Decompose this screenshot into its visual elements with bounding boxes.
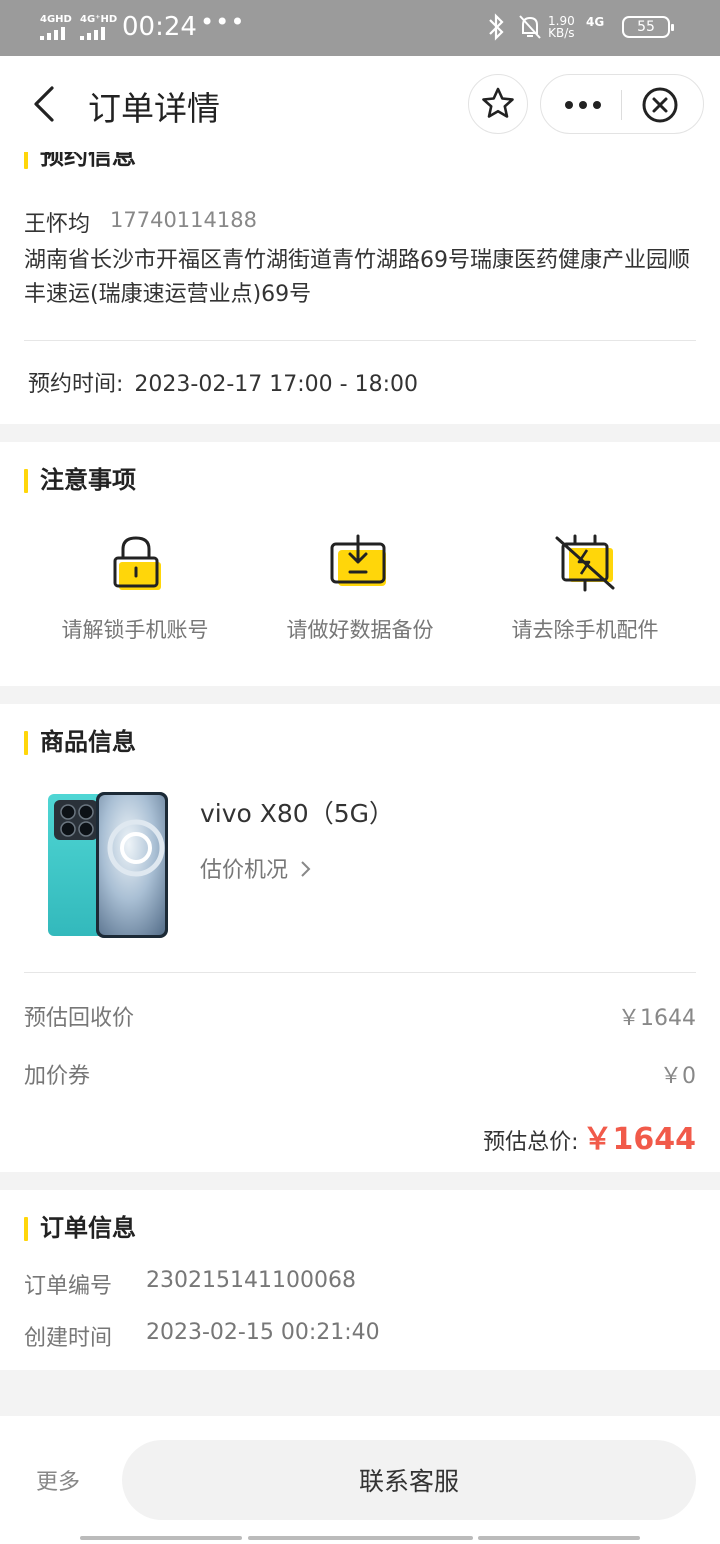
tip-accessory: 请去除手机配件 <box>465 532 705 644</box>
accessory-removal-icon <box>555 534 615 592</box>
battery-icon: 55 <box>622 16 674 38</box>
appointment-section-title: 预约信息 <box>24 152 136 170</box>
contact-name: 王怀均 <box>24 212 91 237</box>
order-card: 订单信息 订单编号 230215141100068 创建时间 2023-02-1… <box>0 1190 720 1370</box>
condition-link[interactable]: 估价机况 <box>200 852 313 884</box>
notice-card: 注意事项 请解锁手机账号 请做好数据备份 请去除手机配件 <box>0 442 720 686</box>
appointment-time-label: 预约时间: <box>28 372 124 397</box>
appointment-card: 预约信息 王怀均 17740114188 湖南省长沙市开福区青竹湖街道青竹湖路6… <box>0 152 720 424</box>
tip-unlock-label: 请解锁手机账号 <box>61 618 209 642</box>
condition-link-label: 估价机况 <box>200 858 289 883</box>
back-arrow-icon[interactable] <box>28 84 64 124</box>
nav-header: 订单详情 <box>0 56 720 152</box>
divider <box>24 972 696 973</box>
bluetooth-icon <box>489 13 504 41</box>
clock: 00:24 <box>122 12 197 42</box>
order-number-label: 订单编号 <box>24 1274 113 1299</box>
pickup-address: 湖南省长沙市开福区青竹湖街道青竹湖路69号瑞康医药健康产业园顺丰速运(瑞康速运营… <box>24 248 690 307</box>
divider <box>24 340 696 341</box>
tip-backup: 请做好数据备份 <box>240 532 480 644</box>
product-name: vivo X80（5G） <box>200 799 394 828</box>
recycle-price-label: 预估回收价 <box>24 1006 135 1031</box>
home-indicator <box>478 1536 640 1540</box>
chevron-right-icon <box>301 861 311 877</box>
phone-image <box>48 792 168 938</box>
network-type: 4G <box>586 15 605 29</box>
backup-icon <box>330 534 386 586</box>
contact-service-button[interactable]: 联系客服 <box>122 1440 696 1520</box>
signal-label: 4GHD <box>40 14 72 25</box>
coupon-value: ￥0 <box>660 1064 696 1089</box>
coupon-label: 加价券 <box>24 1064 91 1089</box>
star-icon <box>482 87 514 118</box>
product-section-title: 商品信息 <box>24 728 136 756</box>
favorite-button[interactable] <box>468 74 528 134</box>
created-time-label: 创建时间 <box>24 1326 113 1351</box>
signal-label-2: 4G⁺HD <box>80 14 118 25</box>
notice-section-title: 注意事项 <box>24 466 136 494</box>
product-card: 商品信息 vivo X80（5G） 估价机况 预估回收价 ￥1644 加价券 ￥… <box>0 704 720 1172</box>
close-circle-icon[interactable] <box>641 86 679 124</box>
appointment-time-value: 2023-02-17 17:00 - 18:00 <box>134 372 418 397</box>
home-indicator <box>248 1536 473 1540</box>
order-section-title: 订单信息 <box>24 1214 136 1242</box>
status-bar: 4GHD 4G⁺HD 00:24 ••• 1.90 KB/s 4G 55 <box>0 0 720 56</box>
contact-phone: 17740114188 <box>110 208 257 232</box>
page-title: 订单详情 <box>88 89 220 128</box>
recycle-price-value: ￥1644 <box>618 1006 696 1031</box>
tip-accessory-label: 请去除手机配件 <box>511 618 659 642</box>
bottom-action-bar: 更多 联系客服 <box>0 1416 720 1544</box>
notification-dots: ••• <box>200 8 246 36</box>
status-right-group: 1.90 KB/s 4G 55 <box>482 12 682 44</box>
order-number-value: 230215141100068 <box>146 1268 356 1293</box>
tip-unlock: 请解锁手机账号 <box>15 532 255 644</box>
appointment-time: 预约时间: 2023-02-17 17:00 - 18:00 <box>24 366 418 398</box>
total-price-label: 预估总价: <box>483 1130 579 1155</box>
total-price-value: ￥1644 <box>582 1122 697 1157</box>
unlock-icon <box>113 536 161 590</box>
capsule-divider <box>621 90 622 120</box>
mini-program-capsule <box>540 74 704 134</box>
mute-bell-icon <box>519 15 541 39</box>
net-speed: 1.90 KB/s <box>548 15 575 39</box>
more-button[interactable]: 更多 <box>36 1464 80 1496</box>
tip-backup-label: 请做好数据备份 <box>286 618 434 642</box>
more-menu-icon[interactable] <box>565 101 601 109</box>
net-speed-unit: KB/s <box>548 26 575 40</box>
home-indicator <box>80 1536 242 1540</box>
total-price: 预估总价: ￥1644 <box>483 1114 696 1158</box>
created-time-value: 2023-02-15 00:21:40 <box>146 1320 380 1345</box>
